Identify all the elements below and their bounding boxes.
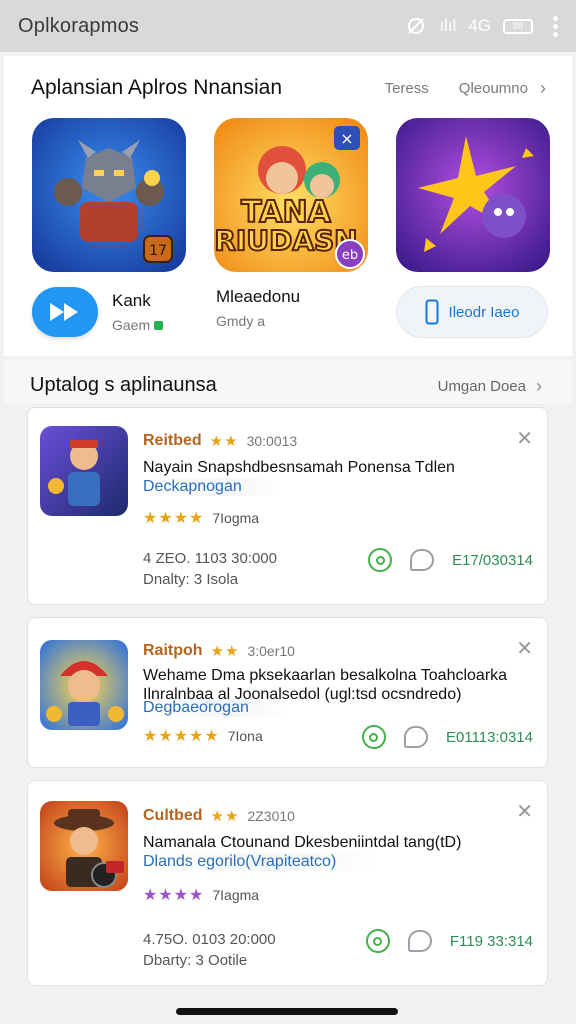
card-app-name: Reitbed	[143, 432, 202, 449]
rating-stars: ★★★★	[143, 510, 205, 527]
card-description: Namanala Ctounand Dkesbeniintdal tang(tD…	[143, 834, 462, 851]
mini-app-name: Kank	[112, 291, 151, 310]
comment-icon[interactable]	[403, 726, 428, 748]
rating-stars: ★★★★★	[143, 728, 220, 745]
app-icon	[40, 801, 128, 891]
rating-text: 7Iona	[227, 728, 263, 744]
chevron-right-icon[interactable]: ›	[540, 78, 546, 99]
mini-app-sub: Gaem	[112, 317, 151, 333]
update-card-1[interactable]: ✕ Reitbed ★★ 30:0013 Nayain Snapshdbesns…	[27, 407, 548, 605]
card-code: F119 33:314	[449, 932, 533, 950]
updates-link-label: Umgan Doea	[437, 378, 526, 395]
dismiss-icon[interactable]: ✕	[516, 799, 533, 824]
card-date: 30:0013	[246, 433, 298, 449]
tile-badge-text: 17	[149, 243, 167, 259]
card-developer-link[interactable]: Degbaeorogan	[143, 699, 289, 717]
chevron-right-icon: ›	[536, 376, 542, 396]
mini-app-name: Mleaedonu	[216, 287, 301, 306]
tile-corner-badge: eb	[342, 248, 358, 263]
featured-section: Aplansian Aplros Nnansian Teress Qleoumn…	[4, 56, 572, 356]
dismiss-icon[interactable]: ✕	[516, 426, 533, 451]
card-developer-link[interactable]: Deckapnogan	[143, 478, 282, 496]
play-forward-button[interactable]	[32, 287, 98, 337]
network-indicator: 4G	[468, 16, 491, 35]
status-bar: Oplkorapmos ılıl 4G 88	[0, 0, 576, 52]
updates-header: Uptalog s aplinaunsa Umgan Doea ›	[4, 360, 572, 404]
star-icon: ★★	[210, 643, 240, 660]
app-icon	[40, 640, 128, 730]
update-card-2[interactable]: ✕ Raitpoh ★★ 3:0er10 Wehame Dma pksekaar…	[27, 617, 548, 768]
rating-text: 7Iogma	[212, 510, 260, 526]
featured-game-tile-3[interactable]	[396, 118, 550, 272]
featured-link-2[interactable]: Qleoumno	[459, 80, 528, 97]
comment-icon[interactable]	[410, 549, 435, 571]
status-dot-icon	[154, 320, 164, 330]
app-icon	[40, 426, 128, 516]
battery-icon: 88	[503, 18, 533, 34]
card-meta-line-2: Dbarty: 3 Ootile	[143, 952, 248, 969]
update-card-3[interactable]: ✕ Cultbed ★★ 2Z3010 Namanala Ctounand Dk…	[27, 780, 548, 986]
card-app-name: Cultbed	[143, 807, 203, 824]
open-app-label: Ileodr Iaeo	[448, 303, 520, 321]
open-app-button[interactable]: Ileodr Iaeo	[396, 286, 548, 338]
card-app-name: Raitpoh	[143, 642, 203, 659]
rating-text: 7Iagma	[212, 887, 260, 903]
fast-forward-icon	[50, 303, 78, 321]
card-date: 3:0er10	[247, 643, 295, 659]
card-meta-line-1: 4 ZEO. 1103 30:000	[143, 550, 277, 567]
card-developer-link[interactable]: Dlands egorilo(Vrapiteatco)	[143, 853, 377, 871]
install-status-icon[interactable]	[368, 548, 393, 572]
card-code: E17/030314	[452, 551, 533, 569]
app-title: Oplkorapmos	[18, 14, 140, 37]
updates-see-more[interactable]: Umgan Doea ›	[438, 376, 542, 397]
card-date: 2Z3010	[247, 808, 295, 824]
card-description: Nayain Snapshdbesnsamah Ponensa Tdlen	[143, 459, 455, 476]
overflow-menu-icon[interactable]	[553, 15, 558, 37]
featured-game-tile-1[interactable]: 17	[32, 118, 186, 272]
phone-icon	[425, 299, 439, 325]
svg-text:×: ×	[340, 129, 353, 148]
dismiss-icon[interactable]: ✕	[516, 636, 533, 661]
featured-link-1[interactable]: Teress	[385, 80, 429, 97]
card-code: E01113:0314	[445, 728, 533, 746]
mini-app-2[interactable]: Mleaedonu Gmdy a	[216, 287, 300, 329]
share-icon[interactable]	[407, 930, 432, 952]
updates-title: Uptalog s aplinaunsa	[30, 374, 217, 396]
sync-icon	[405, 15, 427, 37]
star-icon: ★★	[209, 433, 239, 450]
featured-game-tile-2[interactable]: × TANA RIUDASN eb	[214, 118, 368, 272]
install-status-icon[interactable]	[365, 929, 390, 953]
home-indicator[interactable]	[176, 1008, 398, 1015]
star-icon: ★★	[210, 808, 240, 825]
rating-stars: ★★★★	[143, 887, 205, 904]
card-meta-line-1: 4.75O. 0103 20:000	[143, 931, 276, 948]
card-meta-line-2: Dnalty: 3 Isola	[143, 571, 239, 588]
signal-icon: ılıl	[439, 16, 457, 35]
featured-title: Aplansian Aplros Nnansian	[31, 76, 282, 99]
mini-app-1[interactable]: Kank Gaem	[32, 287, 164, 337]
install-status-icon[interactable]	[361, 725, 386, 749]
mini-app-sub: Gmdy a	[216, 313, 266, 329]
